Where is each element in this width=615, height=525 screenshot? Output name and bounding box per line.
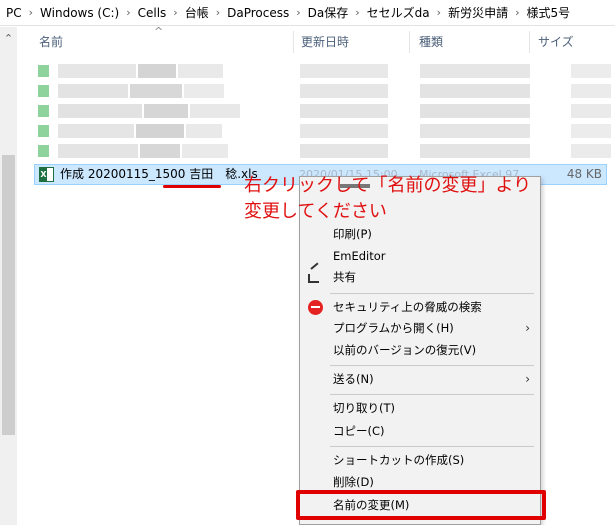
chevron-up-icon[interactable]: ⌃ (2, 33, 15, 45)
menu-item-copy[interactable]: コピー(C) (300, 421, 540, 442)
chevron-right-icon: › (296, 6, 301, 19)
column-header-size[interactable]: サイズ (532, 27, 612, 57)
column-header-name[interactable]: 名前 (33, 27, 293, 57)
column-divider[interactable] (409, 31, 410, 53)
chevron-right-icon: › (215, 6, 221, 19)
share-icon (308, 274, 319, 283)
excel-file-icon (38, 85, 49, 97)
instruction-line-2: 変更してください (244, 201, 387, 222)
list-item[interactable] (38, 64, 611, 78)
chevron-right-icon: › (126, 6, 131, 19)
breadcrumb: PC › Windows (C:) › Cells › 台帳 › DaProcess › … (0, 0, 615, 26)
chevron-right-icon: › (525, 321, 530, 335)
chevron-right-icon: › (355, 6, 360, 19)
breadcrumb-rousai[interactable]: 新労災申請 (446, 4, 510, 21)
list-item[interactable] (38, 144, 611, 158)
column-divider[interactable] (293, 31, 294, 53)
column-header-modified[interactable]: 更新日時 (295, 27, 407, 57)
breadcrumb-daprocess[interactable]: DaProcess (225, 6, 291, 20)
context-menu: 印刷(P) EmEditor 共有 セキュリティ上の脅威の検索 プログラムから開… (299, 176, 541, 525)
list-item[interactable] (38, 84, 611, 98)
column-divider[interactable] (529, 31, 530, 53)
breadcrumb-cells[interactable]: Cells (136, 6, 169, 20)
column-header-type[interactable]: 種類 (413, 27, 527, 57)
menu-item-security-scan[interactable]: セキュリティ上の脅威の検索 (300, 297, 540, 318)
excel-file-icon (38, 125, 49, 137)
menu-item-open-with-label: プログラムから開く(H) (333, 321, 454, 335)
menu-item-send-to-label: 送る(N) (333, 372, 374, 386)
menu-item-open-with[interactable]: プログラムから開く(H) › (300, 318, 540, 339)
menu-item-print[interactable]: 印刷(P) (300, 224, 540, 245)
file-name: 作成 20200115_1500 吉田 稔.xls (60, 167, 258, 181)
menu-item-share[interactable]: 共有 (300, 267, 540, 288)
scrollbar-thumb[interactable] (2, 155, 15, 435)
menu-item-send-to[interactable]: 送る(N) › (300, 369, 540, 390)
vertical-scrollbar[interactable]: ⌃ (0, 27, 17, 525)
chevron-right-icon: › (436, 6, 442, 19)
name-underline-annotation (163, 185, 221, 188)
menu-separator (330, 446, 534, 447)
breadcrumb-ledger[interactable]: 台帳 (183, 4, 211, 21)
excel-file-icon (38, 65, 49, 77)
rename-highlight-box (296, 490, 546, 520)
excel-file-icon: X (39, 167, 54, 182)
menu-item-cut[interactable]: 切り取り(T) (300, 398, 540, 419)
chevron-right-icon: › (28, 6, 34, 19)
menu-separator (330, 365, 534, 366)
chevron-right-icon: › (173, 6, 178, 19)
excel-file-icon (38, 145, 49, 157)
file-size: 48 KB (566, 167, 602, 181)
excel-file-icon (38, 105, 49, 117)
menu-item-share-label: 共有 (333, 270, 356, 284)
menu-item-emeditor[interactable]: EmEditor (300, 246, 540, 267)
breadcrumb-seserusda[interactable]: セセルズda (365, 4, 432, 21)
breadcrumb-da-save[interactable]: Da保存 (306, 4, 351, 21)
menu-item-security-scan-label: セキュリティ上の脅威の検索 (333, 300, 482, 314)
menu-item-create-shortcut[interactable]: ショートカットの作成(S) (300, 450, 540, 471)
breadcrumb-pc[interactable]: PC (4, 6, 24, 20)
menu-separator (330, 293, 534, 294)
security-scan-icon (308, 300, 323, 315)
breadcrumb-drive[interactable]: Windows (C:) (38, 6, 121, 20)
chevron-right-icon: › (515, 6, 520, 19)
list-item[interactable] (38, 124, 611, 138)
breadcrumb-form5[interactable]: 様式5号 (524, 4, 572, 21)
list-item[interactable] (38, 104, 611, 118)
instruction-line-1: 右クリックして「名前の変更」より (244, 175, 532, 196)
chevron-right-icon: › (525, 372, 530, 386)
menu-separator (330, 394, 534, 395)
column-header-row: ^ 名前 更新日時 種類 サイズ (17, 25, 615, 57)
menu-item-restore-versions[interactable]: 以前のバージョンの復元(V) (300, 340, 540, 361)
